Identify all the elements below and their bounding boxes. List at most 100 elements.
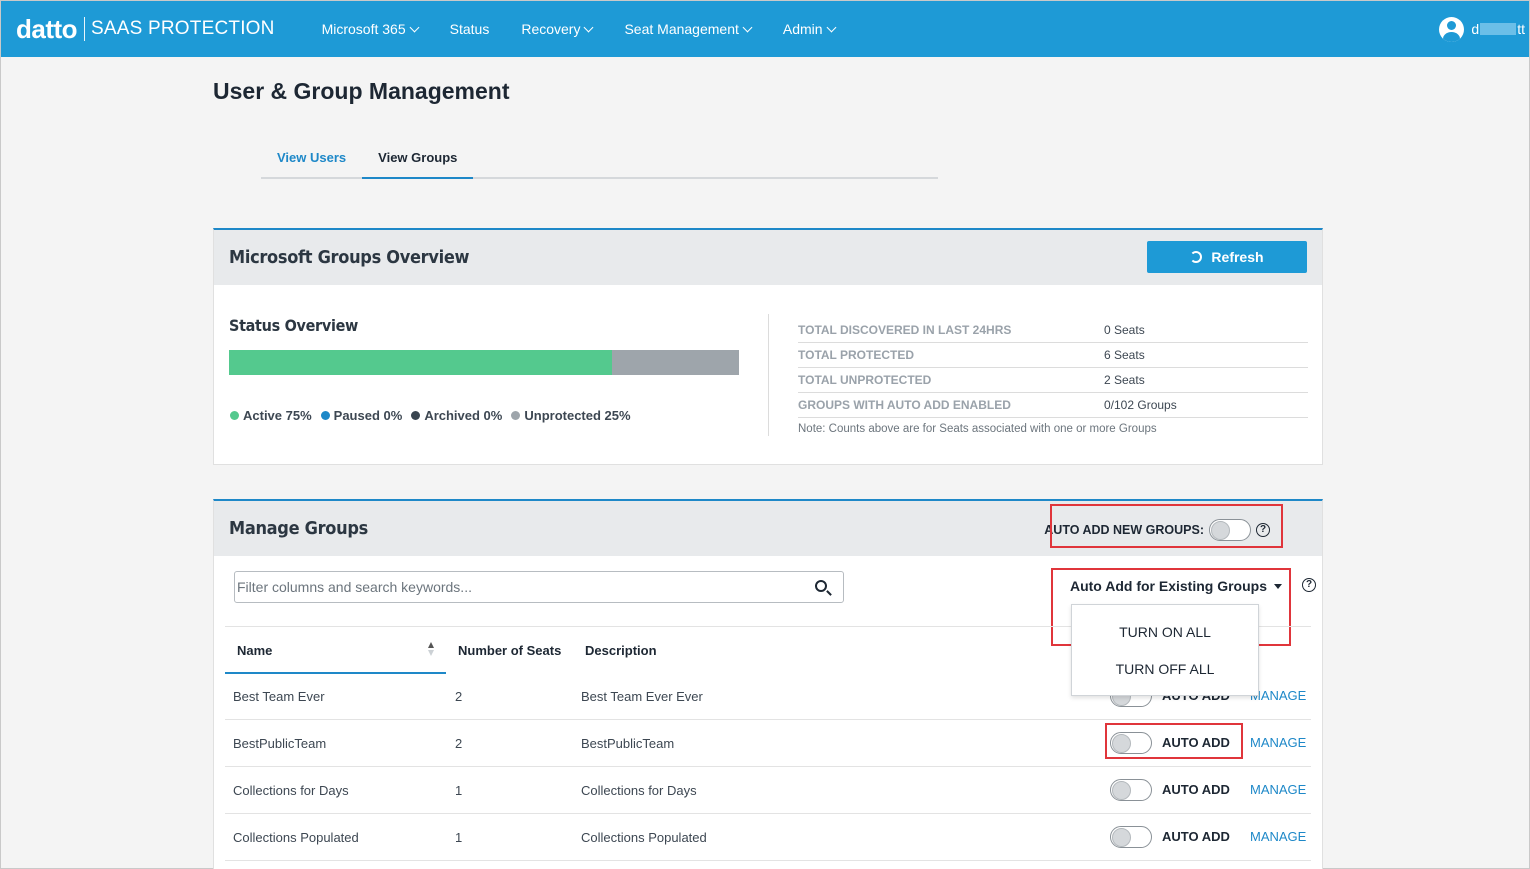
search-icon[interactable] (815, 580, 827, 592)
manage-link[interactable]: MANAGE (1250, 782, 1306, 797)
group-name: Best Team Ever (233, 688, 325, 704)
column-name-label: Name (237, 642, 273, 658)
overview-title: Microsoft Groups Overview (229, 247, 470, 268)
group-description: Collections for Days (581, 782, 697, 798)
nav-label: Seat Management (624, 21, 739, 37)
stat-row: TOTAL PROTECTED 6 Seats (798, 343, 1308, 368)
overview-header: Microsoft Groups Overview Refresh (214, 230, 1322, 285)
auto-add-label: AUTO ADD (1162, 782, 1230, 797)
tab-view-groups[interactable]: View Groups (362, 141, 474, 179)
brand[interactable]: datto SAAS PROTECTION (16, 1, 275, 57)
top-bar: datto SAAS PROTECTION Microsoft 365 Stat… (1, 1, 1529, 57)
stat-label: TOTAL PROTECTED (798, 348, 915, 362)
stat-label: TOTAL UNPROTECTED (798, 373, 932, 387)
legend-dot (511, 411, 521, 420)
group-seats: 1 (455, 782, 463, 798)
nav-microsoft-365[interactable]: Microsoft 365 (321, 21, 420, 37)
group-description: Collections Populated (581, 829, 707, 845)
stat-row: TOTAL DISCOVERED IN LAST 24HRS 0 Seats (798, 318, 1308, 343)
group-name: Collections for Days (233, 782, 349, 798)
legend-label: Paused 0% (333, 408, 403, 423)
table-row: Collections Populated 1 Collections Popu… (225, 814, 1311, 861)
status-bar-active (229, 350, 612, 375)
legend-paused: Paused 0% (320, 408, 403, 423)
nav-seat-management[interactable]: Seat Management (624, 21, 753, 37)
stat-label: GROUPS WITH AUTO ADD ENABLED (798, 398, 1011, 412)
auto-add-toggle[interactable] (1110, 779, 1152, 801)
status-legend: Active 75% Paused 0% Archived 0% Unprote… (230, 408, 640, 423)
legend-archived: Archived 0% (411, 408, 502, 423)
column-description[interactable]: Description (573, 643, 657, 658)
stat-value: 2 Seats (1104, 373, 1145, 387)
legend-dot (411, 411, 421, 420)
turn-off-all-option[interactable]: TURN OFF ALL (1072, 650, 1258, 687)
brand-separator (84, 17, 86, 41)
redacted-name (1480, 23, 1517, 35)
nav-label: Microsoft 365 (321, 21, 406, 37)
refresh-icon (1190, 251, 1203, 263)
manage-link[interactable]: MANAGE (1250, 735, 1306, 750)
chevron-down-icon (826, 22, 837, 32)
stat-value: 0 Seats (1104, 323, 1145, 337)
username-prefix: d (1471, 21, 1480, 37)
stat-row: TOTAL UNPROTECTED 2 Seats (798, 368, 1308, 393)
stats-note: Note: Counts above are for Seats associa… (798, 423, 1157, 435)
legend-dot (230, 411, 239, 420)
status-bar (229, 350, 739, 375)
status-overview-title: Status Overview (229, 316, 359, 335)
legend-dot (320, 411, 330, 420)
tab-view-users[interactable]: View Users (261, 141, 362, 179)
user-menu[interactable]: d tt (1439, 1, 1525, 57)
manage-link[interactable]: MANAGE (1250, 829, 1306, 844)
legend-label: Archived 0% (424, 408, 503, 423)
highlight-box (1050, 504, 1283, 548)
group-name: BestPublicTeam (233, 735, 327, 751)
nav-label: Admin (782, 21, 823, 37)
nav-status[interactable]: Status (450, 21, 490, 37)
stat-label: TOTAL DISCOVERED IN LAST 24HRS (798, 323, 1012, 337)
group-description: Best Team Ever Ever (581, 688, 703, 704)
legend-label: Active 75% (243, 408, 312, 423)
group-seats: 1 (455, 829, 463, 845)
manage-title: Manage Groups (229, 518, 368, 539)
view-tabs: View Users View Groups (261, 141, 938, 179)
chevron-down-icon (742, 22, 753, 32)
legend-label: Unprotected 25% (524, 408, 631, 423)
brand-logo: datto (16, 14, 78, 44)
table-row: Collections for Days 1 Collections for D… (225, 767, 1311, 814)
sort-icon (427, 641, 434, 656)
auto-add-dropdown-menu: TURN ON ALL TURN OFF ALL (1071, 604, 1259, 696)
user-avatar-icon (1439, 16, 1465, 42)
auto-add-toggle[interactable] (1110, 826, 1152, 848)
search-box (234, 571, 844, 603)
highlight-box (1105, 723, 1243, 759)
group-seats: 2 (455, 688, 463, 704)
group-seats: 2 (455, 735, 463, 751)
group-name: Collections Populated (233, 829, 359, 845)
turn-on-all-option[interactable]: TURN ON ALL (1072, 613, 1258, 650)
help-icon[interactable]: ? (1302, 578, 1316, 592)
nav-label: Status (449, 21, 490, 37)
stat-value: 6 Seats (1104, 348, 1145, 362)
auto-add-label: AUTO ADD (1162, 829, 1230, 844)
chevron-down-icon (409, 22, 420, 32)
column-seats[interactable]: Number of Seats (446, 643, 573, 658)
stat-value: 0/102 Groups (1104, 398, 1177, 412)
nav-admin[interactable]: Admin (782, 21, 837, 37)
brand-product-name: SAAS PROTECTION (91, 18, 275, 39)
refresh-button[interactable]: Refresh (1147, 241, 1307, 273)
group-description: BestPublicTeam (581, 735, 675, 751)
column-name[interactable]: Name (225, 627, 446, 674)
groups-overview-card: Microsoft Groups Overview Refresh Status… (213, 228, 1323, 465)
username-suffix: tt (1517, 21, 1525, 37)
stats-panel: TOTAL DISCOVERED IN LAST 24HRS 0 Seats TO… (798, 318, 1308, 435)
chevron-down-icon (584, 22, 594, 32)
legend-unprotected: Unprotected 25% (511, 408, 631, 423)
table-row: BestPublicTeam 2 BestPublicTeam AUTO ADD… (225, 720, 1311, 767)
refresh-label: Refresh (1211, 249, 1264, 265)
search-input[interactable] (237, 573, 797, 601)
page-title: User & Group Management (213, 78, 510, 104)
nav-recovery[interactable]: Recovery (521, 21, 594, 37)
legend-active: Active 75% (230, 408, 312, 423)
username: d tt (1471, 21, 1525, 37)
